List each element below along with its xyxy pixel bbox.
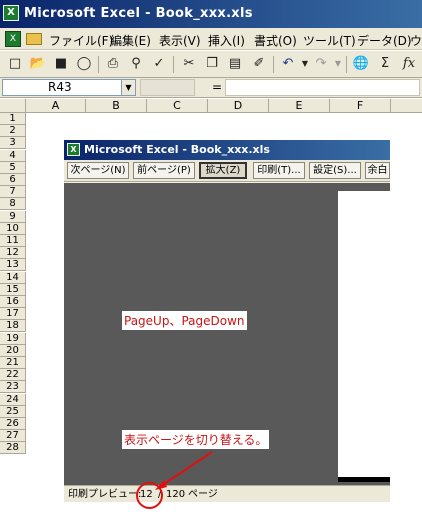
page-number-highlight-circle [136, 482, 163, 509]
annotation-arrow-icon [155, 451, 213, 490]
